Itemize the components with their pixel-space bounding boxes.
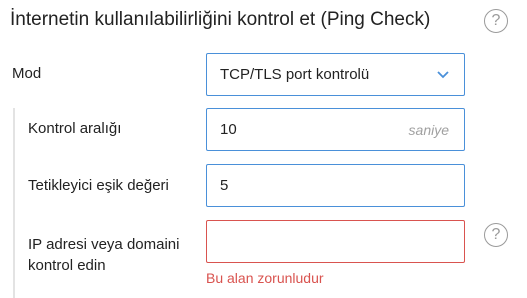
threshold-value: 5 (220, 177, 229, 194)
interval-unit: saniye (408, 122, 449, 138)
mode-select[interactable]: TCP/TLS port kontrolü (206, 53, 465, 96)
interval-label: Kontrol aralığı (28, 120, 122, 137)
target-error-message: Bu alan zorunludur (206, 270, 324, 286)
mode-selected-value: TCP/TLS port kontrolü (220, 66, 370, 83)
section-title: İnternetin kullanılabilirliğini kontrol … (10, 9, 431, 30)
help-icon-target[interactable]: ? (484, 223, 508, 247)
target-input[interactable] (206, 220, 465, 263)
interval-input[interactable]: 10 saniye (206, 108, 465, 151)
chevron-down-icon (437, 71, 449, 79)
group-indent-line (13, 108, 15, 298)
threshold-label: Tetikleyici eşik değeri (28, 177, 169, 194)
threshold-input[interactable]: 5 (206, 164, 465, 207)
interval-value: 10 (220, 121, 237, 138)
mode-label: Mod (12, 65, 42, 82)
help-icon[interactable]: ? (484, 9, 508, 33)
target-label: IP adresi veya domaini kontrol edin (28, 236, 180, 274)
